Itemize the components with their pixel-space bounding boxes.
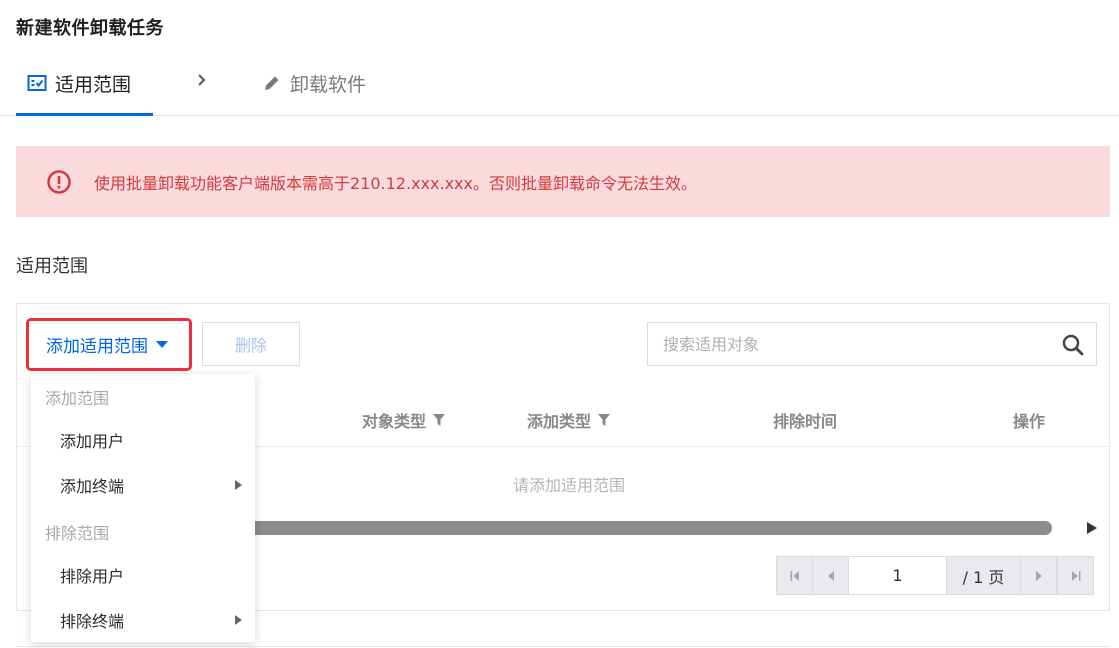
tab-uninstall-label: 卸载软件 bbox=[290, 73, 367, 96]
prev-page-button[interactable] bbox=[813, 557, 849, 594]
next-page-button[interactable] bbox=[1021, 557, 1057, 594]
caret-down-icon bbox=[156, 340, 168, 348]
delete-button[interactable]: 删除 bbox=[202, 322, 300, 366]
submenu-arrow-icon bbox=[235, 480, 242, 490]
chevron-right-icon bbox=[198, 74, 206, 86]
tab-scope[interactable]: 适用范围 bbox=[27, 68, 131, 98]
column-object-type[interactable]: 对象类型 bbox=[362, 408, 446, 432]
submenu-arrow-icon bbox=[235, 615, 242, 625]
menu-item-label: 添加用户 bbox=[60, 432, 125, 451]
search-icon[interactable] bbox=[1062, 334, 1084, 356]
menu-item-label: 添加终端 bbox=[60, 477, 125, 496]
table-empty-text: 请添加适用范围 bbox=[513, 476, 626, 495]
page-number-input[interactable] bbox=[849, 557, 947, 594]
scroll-right-arrow-icon[interactable] bbox=[1086, 520, 1098, 536]
add-scope-label: 添加适用范围 bbox=[46, 337, 148, 357]
column-exclude-time: 排除时间 bbox=[773, 412, 838, 431]
menu-item-exclude-user[interactable]: 排除用户 bbox=[31, 553, 255, 597]
tab-scope-label: 适用范围 bbox=[55, 73, 132, 96]
menu-item-add-terminal[interactable]: 添加终端 bbox=[31, 463, 255, 507]
dropdown-group-exclude: 排除范围 bbox=[45, 524, 110, 543]
next-page-icon bbox=[1035, 570, 1042, 581]
tab-active-indicator bbox=[16, 113, 153, 116]
dropdown-group-add: 添加范围 bbox=[45, 389, 110, 408]
exclamation-circle-icon bbox=[47, 169, 71, 194]
last-page-button[interactable] bbox=[1057, 557, 1093, 594]
page: 新建软件卸载任务 适用范围 卸载软件 使用批量卸载功能客户端版本需高于210.1… bbox=[0, 0, 1119, 648]
column-add-type[interactable]: 添加类型 bbox=[527, 408, 611, 432]
prev-page-icon bbox=[827, 570, 834, 581]
first-page-button[interactable] bbox=[777, 557, 813, 594]
horizontal-scrollbar-thumb[interactable] bbox=[230, 521, 1052, 535]
tab-uninstall-software[interactable]: 卸载软件 bbox=[262, 68, 366, 98]
checklist-icon bbox=[27, 75, 47, 91]
page-title: 新建软件卸载任务 bbox=[16, 18, 164, 39]
page-total: / 1 页 bbox=[947, 557, 1021, 594]
section-title: 适用范围 bbox=[16, 256, 88, 277]
pencil-icon bbox=[265, 76, 279, 90]
menu-item-label: 排除用户 bbox=[60, 567, 125, 586]
first-page-icon bbox=[790, 570, 799, 581]
menu-item-add-user[interactable]: 添加用户 bbox=[31, 418, 255, 462]
pagination: / 1 页 bbox=[776, 556, 1094, 595]
filter-icon[interactable] bbox=[597, 413, 611, 427]
search-input[interactable] bbox=[649, 324, 1049, 364]
add-scope-dropdown-menu: 添加范围 添加用户 添加终端 排除范围 排除用户 排除终端 bbox=[31, 374, 255, 642]
menu-item-label: 排除终端 bbox=[60, 612, 125, 631]
menu-item-exclude-terminal[interactable]: 排除终端 bbox=[31, 598, 255, 642]
warning-alert: 使用批量卸载功能客户端版本需高于210.12.xxx.xxx。否则批量卸载命令无… bbox=[16, 146, 1110, 217]
add-scope-button[interactable]: 添加适用范围 bbox=[26, 318, 192, 371]
search-box bbox=[647, 322, 1097, 366]
filter-icon[interactable] bbox=[432, 413, 446, 427]
last-page-icon bbox=[1071, 570, 1080, 581]
column-object-type-label: 对象类型 bbox=[362, 412, 427, 431]
alert-text: 使用批量卸载功能客户端版本需高于210.12.xxx.xxx。否则批量卸载命令无… bbox=[94, 173, 697, 193]
column-add-type-label: 添加类型 bbox=[527, 412, 592, 431]
step-tabs: 适用范围 卸载软件 bbox=[0, 50, 1119, 116]
column-action: 操作 bbox=[1013, 412, 1046, 431]
bottom-divider bbox=[16, 646, 1110, 647]
